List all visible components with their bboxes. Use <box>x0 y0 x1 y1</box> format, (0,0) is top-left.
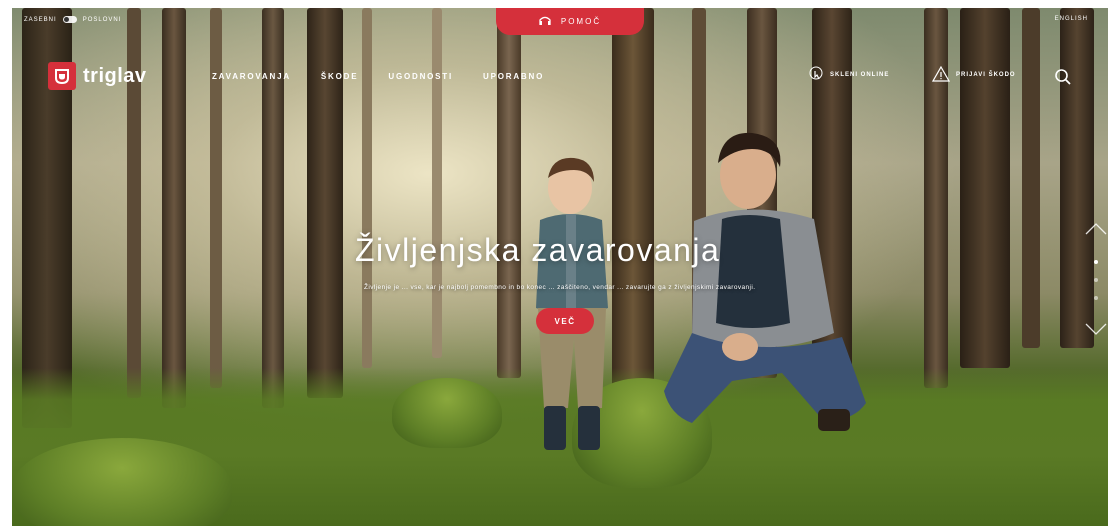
support-icon <box>539 16 551 28</box>
segment-private-link[interactable]: ZASEBNI <box>24 17 57 23</box>
tree-trunk <box>924 8 948 388</box>
moss-mound <box>392 378 502 448</box>
tree-trunk <box>307 8 343 398</box>
tree-trunk <box>262 8 284 408</box>
chevron-down-icon[interactable] <box>1084 322 1108 341</box>
report-claim-label: PRIJAVI ŠKODO <box>956 72 1016 78</box>
pointer-hand-icon <box>808 66 824 84</box>
logo-mark-icon <box>48 62 76 90</box>
help-label: POMOČ <box>560 17 602 26</box>
tree-trunk <box>210 8 222 388</box>
help-button[interactable]: POMOČ <box>496 8 644 35</box>
father-figure <box>652 123 872 443</box>
buy-online-link[interactable]: SKLENI ONLINE <box>808 66 889 84</box>
nav-item-claims[interactable]: ŠKODE <box>321 72 358 81</box>
nav-item-benefits[interactable]: UGODNOSTI <box>388 72 453 81</box>
logo-wordmark: triglav <box>83 64 147 87</box>
hero-title: Življenjska zavarovanja <box>355 232 721 268</box>
slider-dot-2[interactable] <box>1094 278 1098 282</box>
segment-business-link[interactable]: POSLOVNI <box>83 17 122 23</box>
report-claim-link[interactable]: PRIJAVI ŠKODO <box>931 65 1016 84</box>
tree-trunk <box>162 8 186 408</box>
slider-controls <box>1084 222 1108 340</box>
slider-dot-1[interactable] <box>1094 260 1098 264</box>
main-navigation: ZAVAROVANJA ŠKODE UGODNOSTI UPORABNO <box>212 72 544 81</box>
tree-trunk <box>1022 8 1040 348</box>
tree-trunk <box>432 8 442 358</box>
segment-switcher: ZASEBNI POSLOVNI <box>24 16 121 23</box>
hero-more-button[interactable]: VEČ <box>536 308 594 334</box>
language-link[interactable]: ENGLISH <box>1055 16 1088 22</box>
slider-dot-3[interactable] <box>1094 296 1098 300</box>
warning-triangle-icon <box>931 65 951 84</box>
search-icon[interactable] <box>1054 68 1072 91</box>
hero-subtitle: Življenje je ... vse, kar je najbolj pom… <box>364 284 756 291</box>
nav-item-useful[interactable]: UPORABNO <box>483 72 544 81</box>
tree-trunk <box>497 8 521 378</box>
brand-logo[interactable]: triglav <box>48 62 147 90</box>
chevron-up-icon[interactable] <box>1084 222 1108 241</box>
tree-trunk <box>960 8 1010 368</box>
nav-item-insurance[interactable]: ZAVAROVANJA <box>212 72 291 81</box>
segment-toggle[interactable] <box>62 16 77 23</box>
tree-trunk <box>362 8 372 368</box>
buy-online-label: SKLENI ONLINE <box>830 72 890 78</box>
